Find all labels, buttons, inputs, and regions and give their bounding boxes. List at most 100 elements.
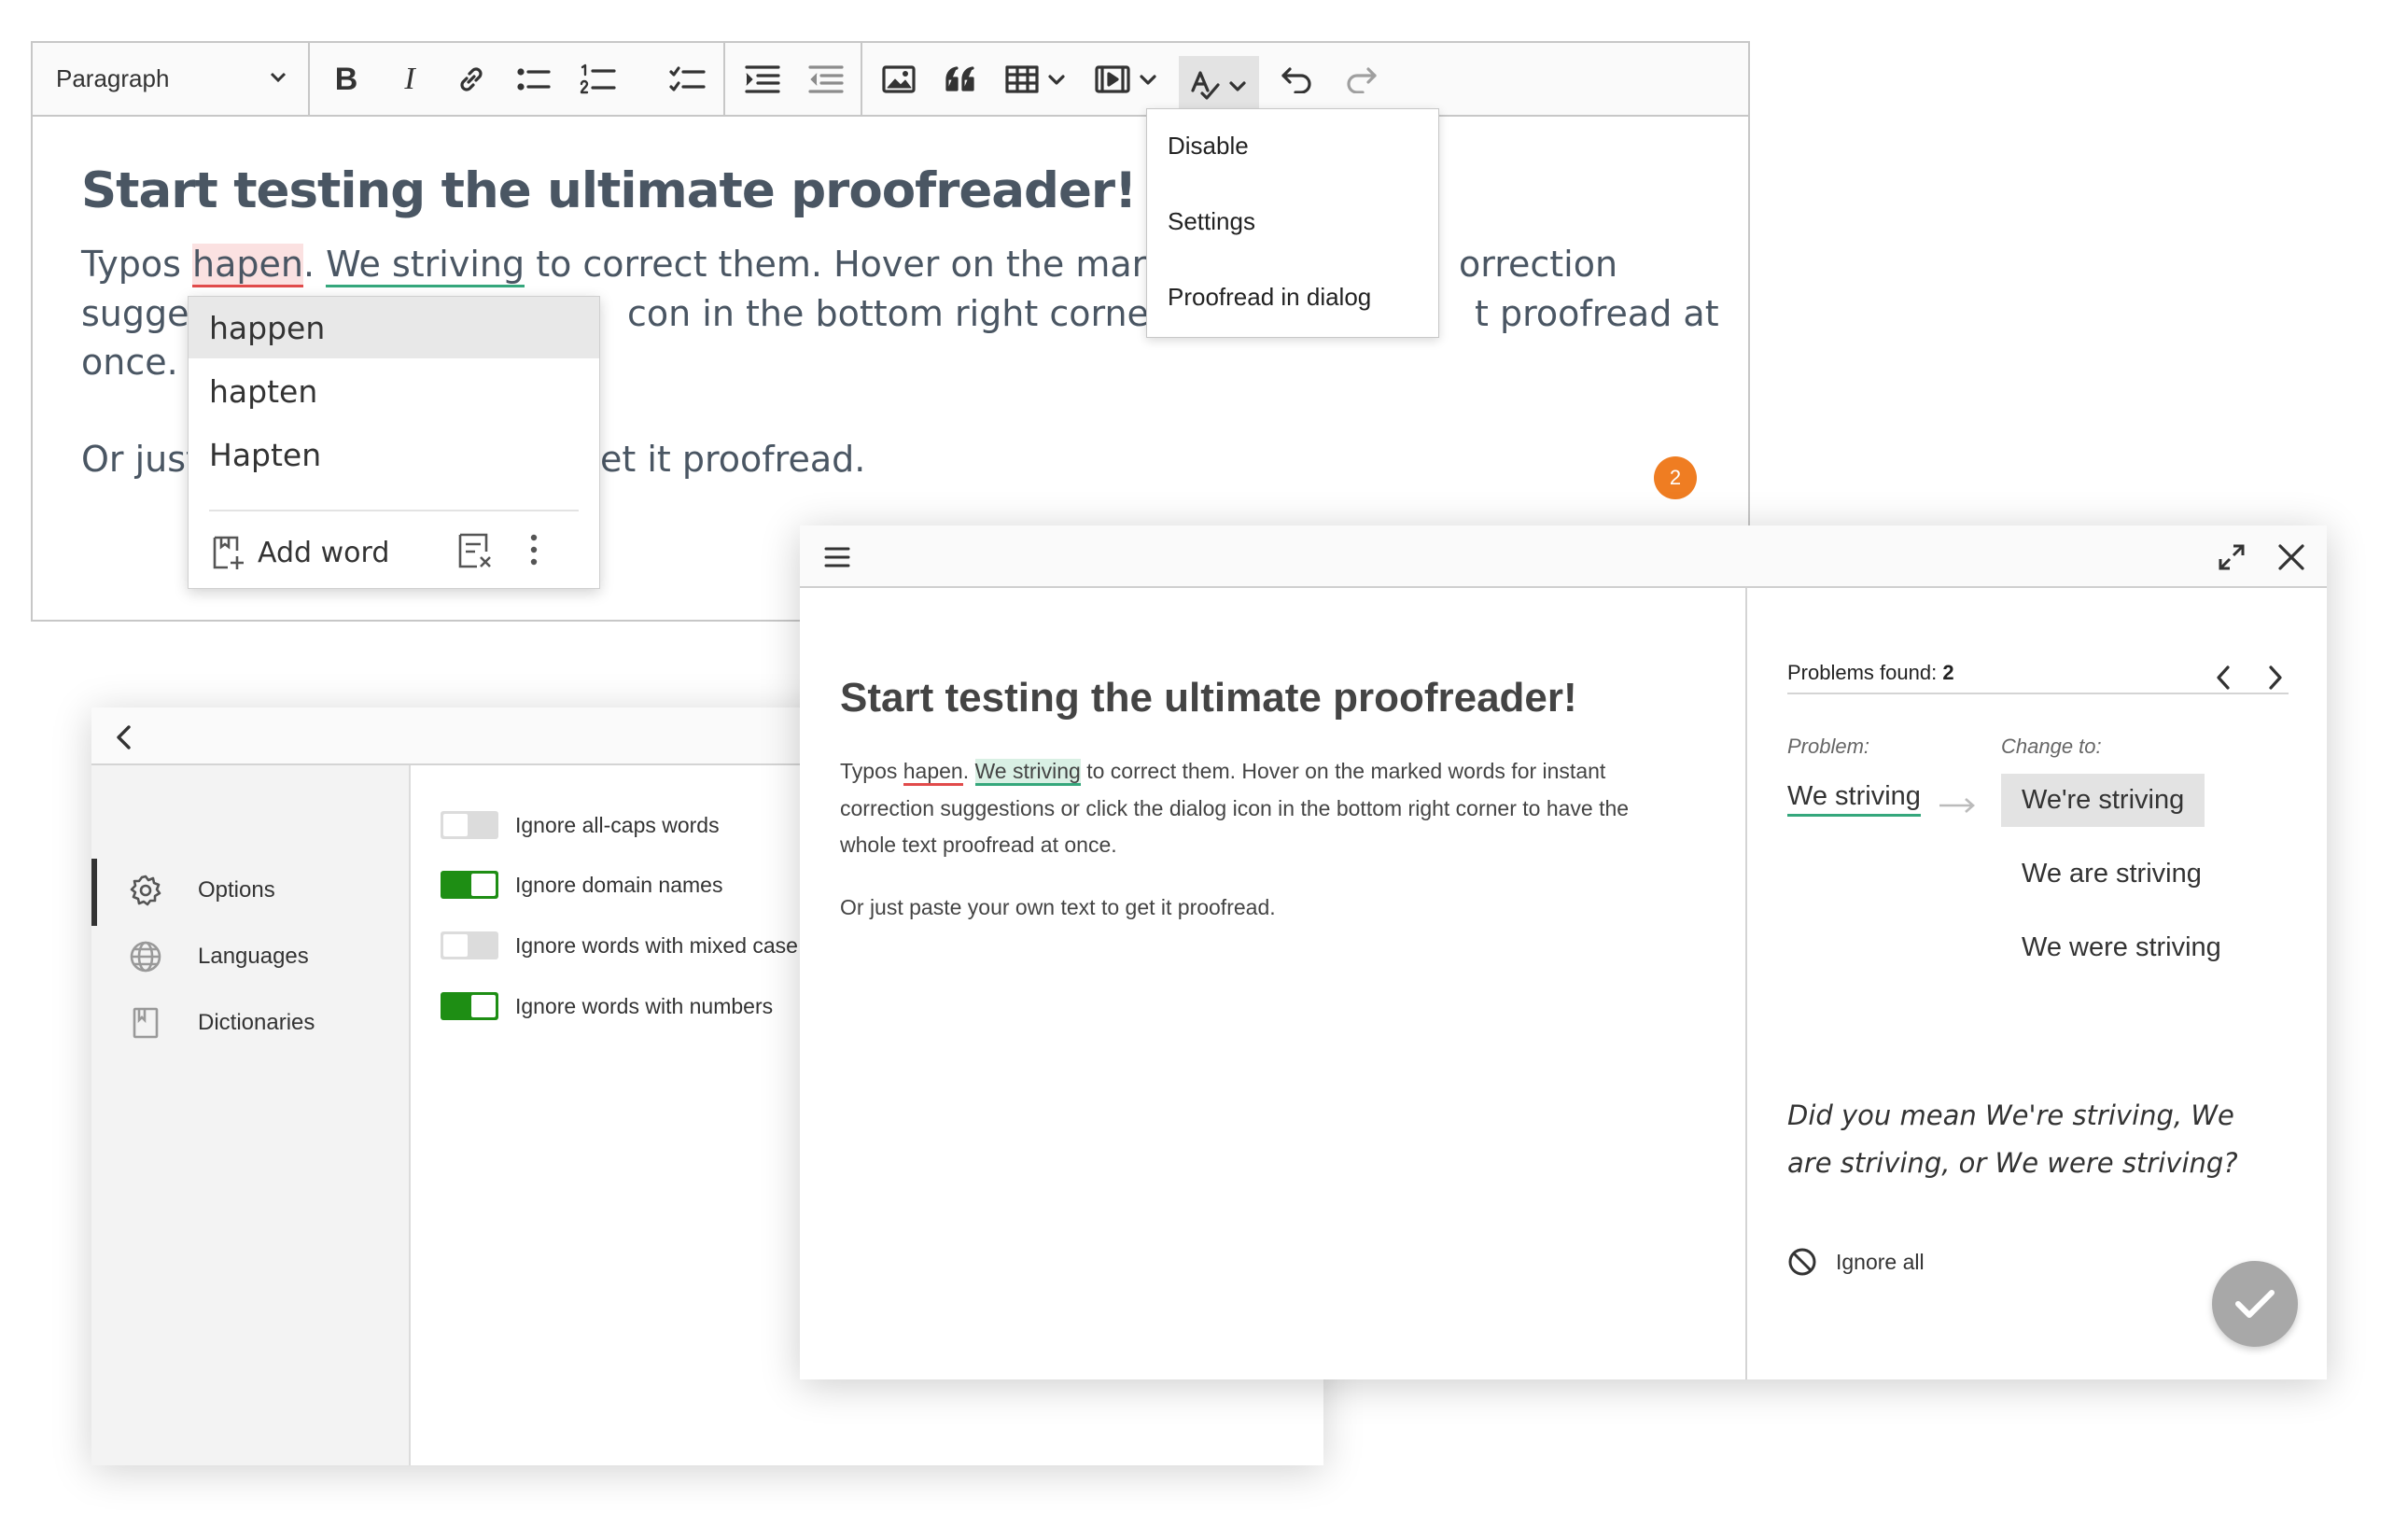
editor-paragraph-line: once.: [81, 342, 178, 383]
chevron-right-icon[interactable]: [2266, 665, 2285, 691]
settings-sidebar: Options Languages Dictionaries: [91, 765, 411, 1465]
problem-word: We striving: [1787, 781, 1921, 817]
add-to-dictionary-icon: [213, 536, 244, 569]
link-icon[interactable]: [449, 58, 494, 101]
dialog-suggestions-pane: Problems found: 2 Problem: Change to: We…: [1747, 588, 2327, 1379]
dialog-paragraph-line: Typos hapen. We striving to correct them…: [840, 759, 1606, 786]
indent-icon[interactable]: [740, 58, 785, 101]
close-icon[interactable]: [2277, 543, 2305, 571]
media-icon[interactable]: [1093, 58, 1160, 101]
bold-icon[interactable]: B: [324, 58, 369, 101]
text-span: Typos: [81, 244, 193, 285]
menu-item-disable[interactable]: Disable: [1168, 132, 1249, 161]
editor-paragraph-line: Typos hapen. We striving to correct them…: [81, 244, 1242, 287]
divider: [209, 510, 579, 511]
change-to-label: Change to:: [2001, 735, 2102, 758]
grammar-issue[interactable]: We striving: [974, 759, 1081, 786]
image-icon[interactable]: [876, 58, 921, 101]
option-label: Ignore words with numbers: [515, 993, 774, 1018]
option-label: Ignore domain names: [515, 872, 723, 897]
book-icon: [133, 1007, 159, 1039]
misspelled-word[interactable]: hapen: [903, 759, 963, 786]
heading-dropdown-label: Paragraph: [56, 64, 170, 92]
dialog-header: [800, 525, 2327, 588]
option-ignore-mixed-case[interactable]: Ignore words with mixed case: [441, 929, 798, 962]
ignore-word-icon[interactable]: [456, 531, 494, 570]
ignore-all-label: Ignore all: [1836, 1249, 1925, 1274]
change-option[interactable]: We are striving: [2001, 847, 2222, 901]
more-options-icon[interactable]: [529, 533, 539, 567]
dialog-paragraph-line: whole text proofread at once.: [840, 833, 1117, 857]
suggestion-item[interactable]: happen: [189, 297, 599, 358]
editor-paragraph-line: t proofread at: [1475, 293, 1719, 334]
active-indicator: [91, 859, 97, 926]
block-icon: [1788, 1248, 1816, 1276]
misspelled-word[interactable]: hapen: [192, 244, 303, 287]
toggle-switch[interactable]: [441, 811, 498, 839]
chevron-left-icon[interactable]: [2214, 665, 2233, 691]
change-option[interactable]: We were striving: [2001, 921, 2242, 974]
sidebar-item-label: Languages: [198, 944, 309, 969]
problems-found: Problems found: 2: [1787, 661, 1954, 685]
option-ignore-all-caps[interactable]: Ignore all-caps words: [441, 808, 720, 842]
todo-list-icon[interactable]: [667, 58, 708, 101]
heading-dropdown[interactable]: Paragraph: [33, 43, 308, 115]
toggle-switch[interactable]: [441, 992, 498, 1020]
menu-item-settings[interactable]: Settings: [1168, 207, 1255, 236]
option-label: Ignore all-caps words: [515, 812, 720, 837]
sidebar-item-label: Options: [198, 877, 275, 903]
add-word-button[interactable]: Add word: [209, 529, 389, 576]
change-option[interactable]: We're striving: [2001, 774, 2205, 827]
suggestion-item[interactable]: Hapten: [189, 424, 599, 485]
suggestion-explanation: Did you mean We're striving, We are stri…: [1787, 1099, 2238, 1179]
sidebar-item-label: Dictionaries: [198, 1010, 315, 1035]
accept-button[interactable]: [2212, 1261, 2298, 1347]
dialog-text-pane: Start testing the ultimate proofreader! …: [800, 588, 1747, 1379]
editor-paragraph-line: orrection: [1459, 244, 1618, 285]
checkmark-icon: [2235, 1290, 2275, 1318]
table-icon[interactable]: [1003, 58, 1069, 101]
spellcheck-icon[interactable]: [1179, 56, 1259, 115]
suggestion-item[interactable]: hapten: [189, 360, 599, 422]
numbered-list-icon[interactable]: [575, 58, 622, 101]
chevron-down-icon: [1140, 75, 1156, 85]
problem-label: Problem:: [1787, 735, 1870, 758]
bulleted-list-icon[interactable]: [511, 58, 558, 101]
back-icon[interactable]: [114, 724, 134, 750]
sidebar-item-languages[interactable]: Languages: [129, 938, 309, 975]
chevron-down-icon: [270, 72, 287, 83]
sidebar-item-dictionaries[interactable]: Dictionaries: [129, 1004, 315, 1042]
italic-icon[interactable]: I: [387, 58, 432, 101]
quote-icon[interactable]: [938, 58, 983, 101]
undo-icon[interactable]: [1274, 58, 1321, 101]
dialog-paragraph-line: Or just paste your own text to get it pr…: [840, 895, 1276, 919]
dialog-paragraph-line: correction suggestions or click the dial…: [840, 796, 1630, 820]
sidebar-item-options[interactable]: Options: [129, 872, 275, 909]
redo-icon[interactable]: [1337, 58, 1384, 101]
toggle-switch[interactable]: [441, 871, 498, 899]
problems-found-label: Problems found:: [1787, 661, 1943, 684]
dialog-heading: Start testing the ultimate proofreader!: [840, 675, 1577, 721]
text-span: to correct them. Hover on the marked wor…: [1080, 759, 1606, 783]
chevron-down-icon: [1048, 75, 1065, 85]
add-word-label: Add word: [258, 536, 390, 569]
expand-icon[interactable]: [2218, 543, 2246, 571]
suggestion-popup: happen hapten Hapten Add word: [188, 296, 600, 589]
menu-item-proofread-dialog[interactable]: Proofread in dialog: [1168, 283, 1371, 312]
editor-toolbar: Paragraph B I: [33, 43, 1748, 117]
chevron-down-icon: [1229, 80, 1246, 91]
outdent-icon[interactable]: [804, 58, 848, 101]
issues-count-badge[interactable]: 2: [1654, 456, 1697, 499]
problems-found-count: 2: [1942, 661, 1954, 684]
gear-icon: [130, 875, 161, 906]
toggle-switch[interactable]: [441, 931, 498, 959]
option-ignore-numbers[interactable]: Ignore words with numbers: [441, 989, 773, 1023]
text-span: .: [962, 759, 975, 783]
ignore-all-button[interactable]: Ignore all: [1787, 1243, 1925, 1281]
option-label: Ignore words with mixed case: [515, 932, 798, 958]
arrow-right-icon: [1939, 798, 1975, 813]
menu-icon[interactable]: [824, 546, 850, 568]
grammar-issue[interactable]: We striving: [326, 244, 525, 287]
text-span: Typos: [840, 759, 903, 783]
option-ignore-domain-names[interactable]: Ignore domain names: [441, 868, 722, 902]
